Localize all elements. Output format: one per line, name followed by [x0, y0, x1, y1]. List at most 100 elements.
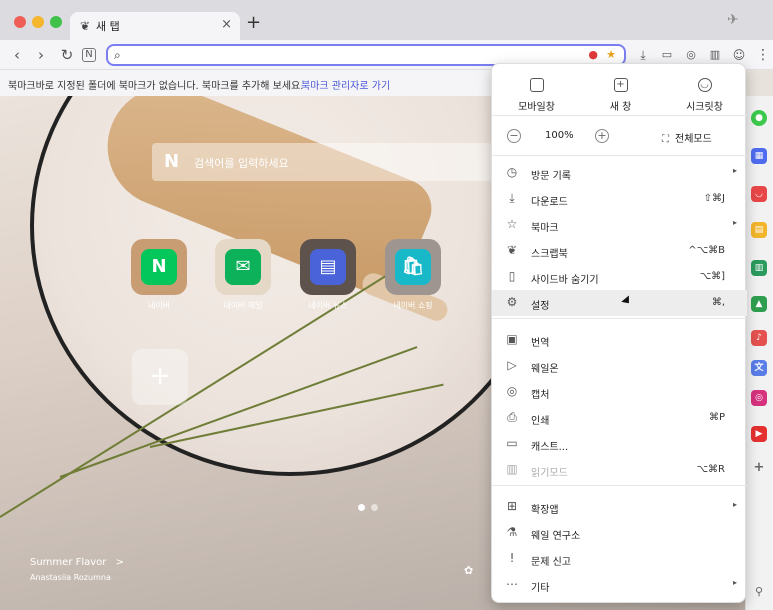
star-icon: ☆	[506, 217, 518, 231]
menu-item-reader-mode[interactable]: ▥ 읽기모드 ⌥⌘R	[492, 457, 747, 483]
menu-item-star[interactable]: ☆ 북마크 ▸	[492, 212, 747, 238]
back-button[interactable]: ‹	[8, 46, 26, 64]
instagram-icon[interactable]: ◎	[751, 390, 767, 406]
menu-item-label: 북마크	[531, 223, 559, 234]
bookmark-bar: 북마크바로 지정된 폴더에 북마크가 없습니다. 북마크를 추가해 보세요. 북…	[0, 70, 495, 96]
address-input[interactable]	[132, 47, 572, 63]
close-window-button[interactable]	[14, 16, 26, 28]
bookmark-star-icon[interactable]: ★	[606, 48, 616, 61]
menu-item-print[interactable]: ⎙ 인쇄 ⌘P	[492, 405, 747, 431]
menu-item-scrapbook[interactable]: ❦ 스크랩북 ^⌥⌘B	[492, 238, 747, 264]
menu-item-whale-on[interactable]: ▷ 웨일온	[492, 353, 747, 379]
settings-gear-icon[interactable]: ✿	[464, 564, 473, 577]
menu-divider	[492, 485, 747, 486]
translate-icon: ▣	[506, 332, 518, 346]
menu-item-cast[interactable]: ▭ 캐스트...	[492, 431, 747, 457]
shortcut-naver-shopping[interactable]: 🛍	[385, 239, 441, 295]
menu-item-history[interactable]: ◷ 방문 기록 ▸	[492, 160, 747, 186]
menu-item-more[interactable]: ⋯ 기타 ▸	[492, 572, 747, 598]
bookmark-bar-message: 북마크바로 지정된 폴더에 북마크가 없습니다. 북마크를 추가해 보세요.	[8, 81, 304, 92]
maximize-window-button[interactable]	[50, 16, 62, 28]
calendar-icon[interactable]: ▦	[751, 148, 767, 164]
add-shortcut-button[interactable]: +	[132, 349, 188, 405]
sidebar-app-icon[interactable]: ●	[751, 110, 767, 126]
carousel-dot-active[interactable]	[358, 504, 365, 511]
shortcut-icon: N	[141, 249, 177, 285]
naver-logo: N	[164, 151, 180, 172]
split-view-icon[interactable]: ▥	[706, 46, 724, 64]
chevron-right-icon: ▸	[732, 500, 737, 509]
new-window-button[interactable]: + 새 창	[578, 72, 663, 113]
tab-new-tab[interactable]: ❦ 새 탭 ×	[70, 12, 240, 40]
pocket-icon[interactable]: ◡	[751, 186, 767, 202]
reload-button[interactable]: ↻	[58, 46, 76, 64]
lab-icon: ⚗	[506, 525, 518, 539]
menu-item-label: 웨일 연구소	[531, 531, 581, 542]
capture-icon[interactable]: ◎	[682, 46, 700, 64]
fullscreen-button[interactable]: ⛶ 전체모드	[662, 130, 712, 145]
menu-divider	[492, 318, 747, 319]
chevron-right-icon: >	[115, 557, 124, 568]
shortcut-icon: ▤	[310, 249, 346, 285]
menu-item-capture[interactable]: ◎ 캡처	[492, 379, 747, 405]
menu-item-shortcut: ⇧⌘J	[703, 193, 725, 204]
photo-title[interactable]: Summer Flavor >	[30, 557, 124, 568]
menu-item-label: 스크랩북	[531, 249, 568, 260]
menu-item-label: 읽기모드	[531, 468, 568, 479]
zoom-level: 100%	[545, 130, 574, 141]
pin-icon[interactable]: ⚲	[751, 584, 767, 600]
minimize-window-button[interactable]	[32, 16, 44, 28]
menu-item-sidebar[interactable]: ▯ 사이드바 숨기기 ⌥⌘]	[492, 264, 747, 290]
bird-icon: ✈	[727, 12, 739, 28]
menu-item-shortcut: ⌥⌘R	[696, 464, 725, 475]
menu-item-label: 설정	[531, 301, 550, 312]
new-tab-button[interactable]: +	[246, 14, 261, 32]
shortcut-label: 네이버 쇼핑	[393, 301, 433, 310]
zoom-row: − 100% + ⛶ 전체모드	[492, 116, 747, 156]
menu-window-options: 모바일창 + 새 창 ◡ 시크릿창	[492, 64, 747, 116]
menu-item-extensions[interactable]: ⊞ 확장앱 ▸	[492, 494, 747, 520]
report-icon: !	[509, 551, 515, 565]
chart-icon[interactable]: ▲	[751, 296, 767, 312]
gear-icon: ⚙	[506, 295, 518, 309]
zoom-in-button[interactable]: +	[595, 129, 609, 143]
shortcut-naver-mail[interactable]: ✉	[215, 239, 271, 295]
naver-home-icon[interactable]: N	[82, 48, 96, 62]
share-icon[interactable]: ▭	[658, 46, 676, 64]
menu-item-report[interactable]: ! 문제 신고	[492, 546, 747, 572]
forward-button[interactable]: ›	[32, 46, 50, 64]
translate-icon[interactable]: 文	[751, 360, 767, 376]
mobile-window-button[interactable]: 모바일창	[494, 72, 579, 113]
chevron-right-icon: ▸	[732, 166, 737, 175]
shortcut-naver[interactable]: N	[131, 239, 187, 295]
key-icon[interactable]: ●	[588, 48, 598, 61]
zoom-out-button[interactable]: −	[507, 129, 521, 143]
menu-item-label: 확장앱	[531, 505, 559, 516]
incognito-window-button[interactable]: ◡ 시크릿창	[662, 72, 747, 113]
shortcut-label: 네이버	[147, 301, 171, 310]
photo-title-text: Summer Flavor	[30, 557, 107, 568]
title-bar: ❦ 새 탭 × + ✈	[0, 0, 773, 40]
sheet-icon[interactable]: ▥	[751, 260, 767, 276]
menu-item-label: 사이드바 숨기기	[531, 275, 599, 286]
menu-item-download[interactable]: ⤓ 다운로드 ⇧⌘J	[492, 186, 747, 212]
search-box[interactable]: N 검색어를 입력하세요	[152, 143, 492, 181]
add-sidebar-app-icon[interactable]: +	[751, 460, 767, 476]
bookmark-manager-link[interactable]: 북마크 관리자로 가기	[301, 77, 390, 92]
menu-item-translate[interactable]: ▣ 번역	[492, 327, 747, 353]
menu-icon[interactable]: ⋮	[754, 46, 772, 64]
youtube-icon[interactable]: ▶	[751, 426, 767, 442]
menu-item-lab[interactable]: ⚗ 웨일 연구소	[492, 520, 747, 546]
music-icon[interactable]: ♪	[751, 330, 767, 346]
shortcut-icon: ✉	[225, 249, 261, 285]
shortcut-naver-news[interactable]: ▤	[300, 239, 356, 295]
whale-on-icon: ▷	[507, 358, 517, 372]
download-icon[interactable]: ⤓	[634, 46, 652, 64]
profile-icon[interactable]: ☺	[730, 46, 748, 64]
fullscreen-label: 전체모드	[675, 134, 712, 145]
download-icon: ⤓	[509, 191, 515, 205]
tab-close-icon[interactable]: ×	[221, 17, 232, 32]
menu-item-gear[interactable]: ⚙ 설정 ⌘,	[492, 290, 747, 316]
carousel-dot[interactable]	[371, 504, 378, 511]
notes-icon[interactable]: ▤	[751, 222, 767, 238]
